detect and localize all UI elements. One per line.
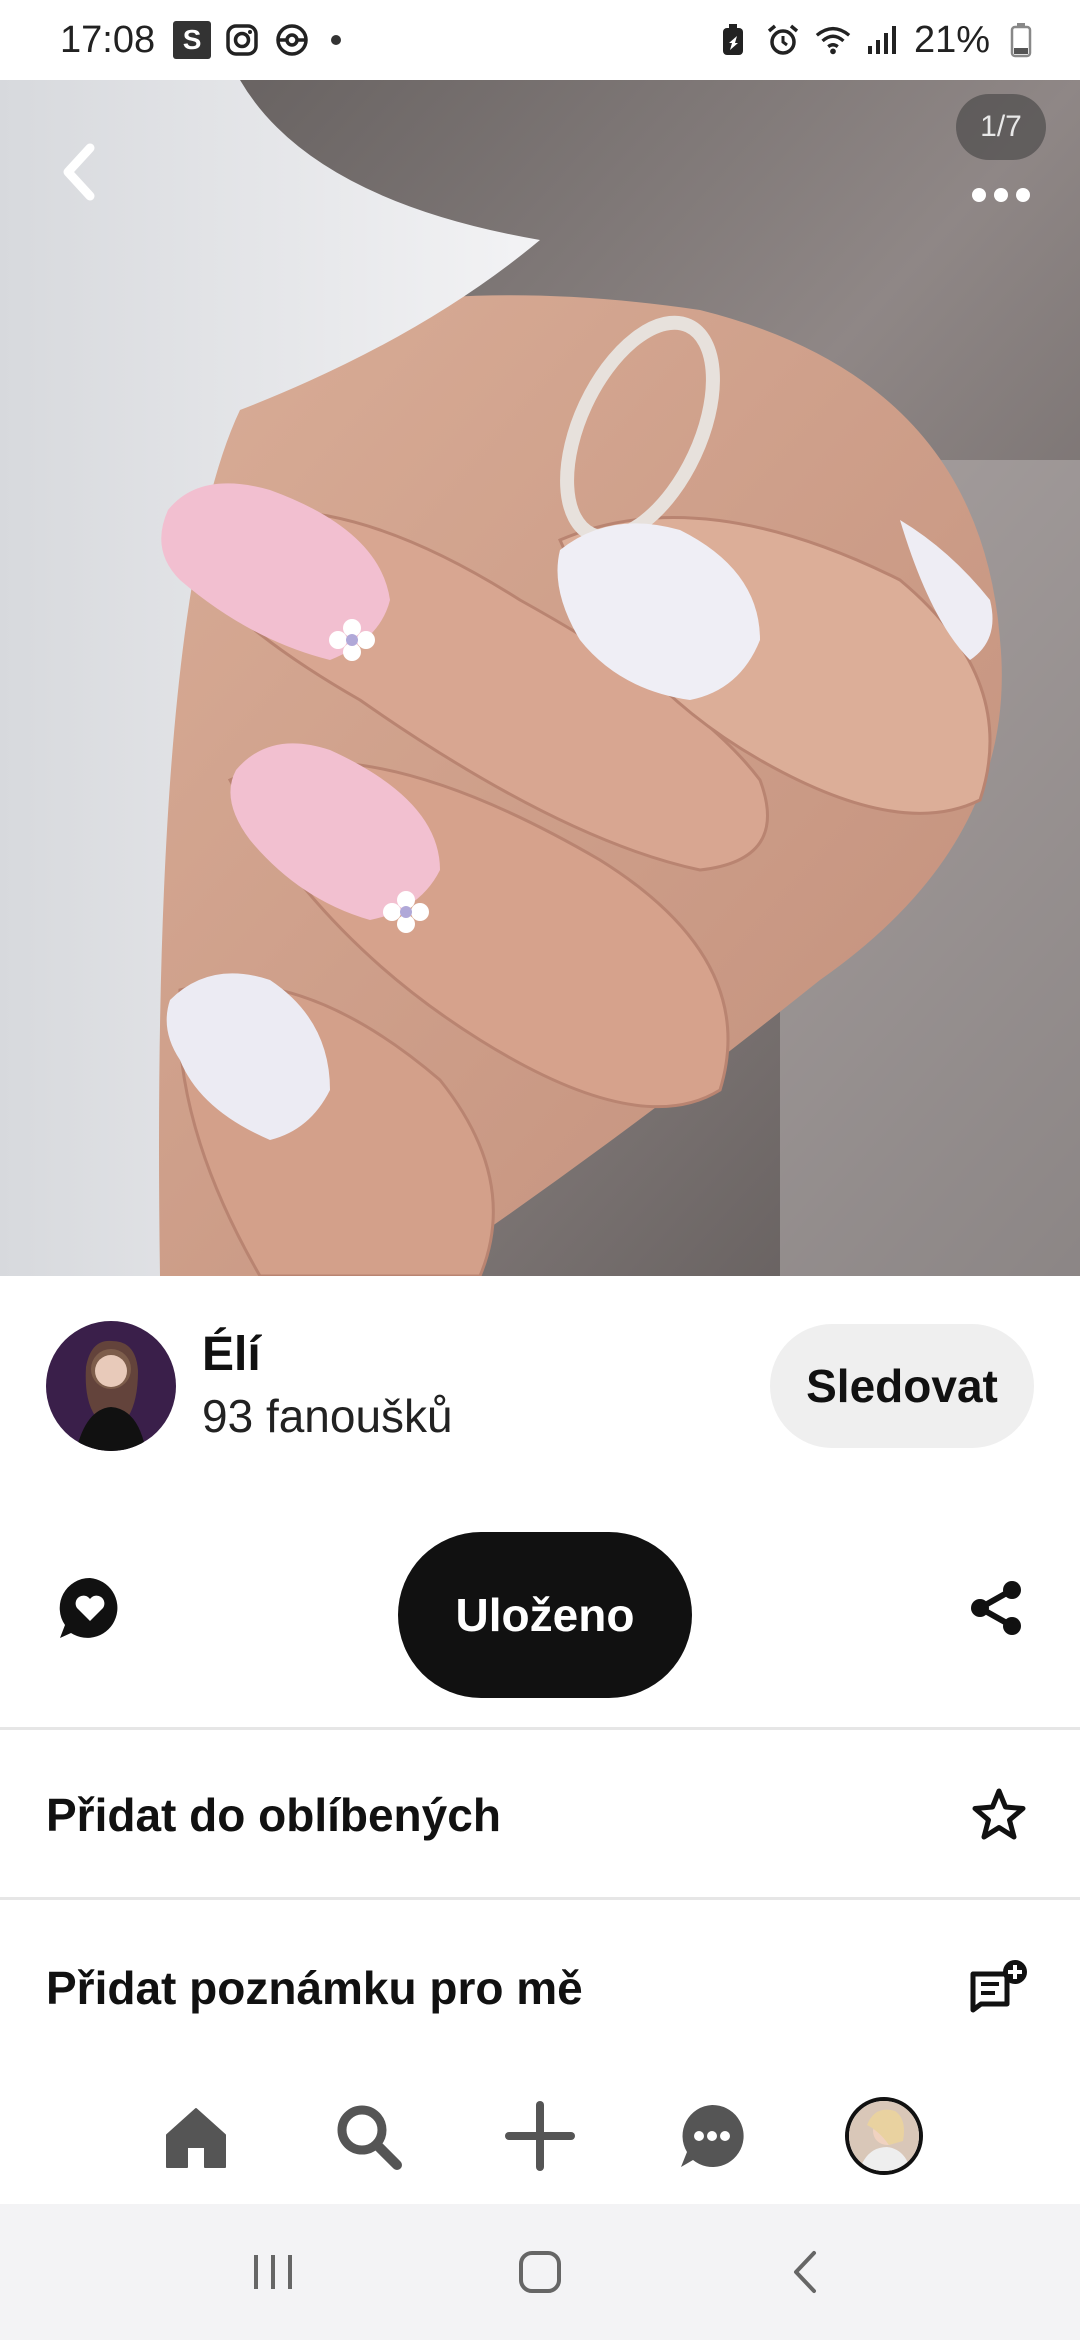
battery-icon [1002, 21, 1040, 59]
divider [0, 1897, 1080, 1900]
system-navigation [0, 2204, 1080, 2340]
profile-avatar [845, 2097, 923, 2175]
pokeball-icon [273, 21, 311, 59]
pin-image[interactable]: 1/7 [0, 80, 1080, 1276]
creator-name[interactable]: Élí [202, 1325, 453, 1385]
battery-percent: 21% [913, 18, 990, 61]
home-icon [166, 2108, 226, 2168]
nav-home[interactable] [151, 2091, 241, 2181]
nav-search[interactable] [323, 2091, 413, 2181]
creator-avatar[interactable] [46, 1321, 176, 1451]
status-right: 21% [714, 19, 1040, 62]
star-icon [964, 1780, 1034, 1850]
heart-bubble-icon [59, 1577, 118, 1638]
add-to-favorites-label: Přidat do oblíbených [46, 1789, 501, 1841]
nav-create[interactable] [495, 2091, 585, 2181]
creator-row: Élí 93 fanoušků Sledovat [0, 1276, 1080, 1496]
react-button[interactable] [52, 1570, 128, 1646]
add-note-label: Přidat poznámku pro mě [46, 1962, 583, 2014]
status-left: 17:08 S [60, 18, 342, 62]
signal-icon [864, 21, 902, 59]
saved-button[interactable]: Uloženo [398, 1532, 692, 1698]
nav-messages[interactable] [667, 2091, 757, 2181]
instagram-icon [223, 21, 261, 59]
action-row: Uloženo [0, 1520, 1080, 1710]
recents-button[interactable] [228, 2227, 318, 2317]
battery-saver-icon [714, 21, 752, 59]
more-dots-icon [972, 188, 1030, 202]
add-note-row[interactable]: Přidat poznámku pro mě [0, 1903, 1080, 2073]
share-button[interactable] [960, 1572, 1032, 1644]
follow-button[interactable]: Sledovat [770, 1324, 1034, 1448]
bottom-navigation [0, 2068, 1080, 2204]
status-time: 17:08 [60, 18, 156, 61]
nav-profile[interactable] [839, 2091, 929, 2181]
status-bar: 17:08 S 21% [0, 0, 1080, 80]
samsung-s-icon: S [173, 21, 212, 59]
add-note-icon [964, 1953, 1034, 2023]
notification-dot-icon [331, 35, 342, 45]
add-to-favorites-row[interactable]: Přidat do oblíbených [0, 1730, 1080, 1900]
search-icon [337, 2105, 402, 2170]
creator-info: Élí 93 fanoušků [202, 1325, 453, 1447]
back-button[interactable] [44, 136, 116, 208]
share-icon [971, 1581, 1021, 1635]
page-indicator: 1/7 [956, 94, 1046, 160]
home-square-icon [518, 2251, 561, 2293]
recents-icon [254, 2255, 293, 2289]
plus-icon [505, 2101, 575, 2171]
more-options-button[interactable] [956, 160, 1046, 230]
messages-icon [681, 2104, 744, 2167]
creator-followers: 93 fanoušků [202, 1390, 453, 1442]
nails-photo [0, 80, 1080, 1276]
back-icon [793, 2251, 816, 2293]
system-home-button[interactable] [495, 2227, 585, 2317]
alarm-icon [764, 21, 802, 59]
system-back-button[interactable] [762, 2227, 852, 2317]
chevron-left-icon [63, 143, 95, 201]
wifi-icon [814, 21, 852, 59]
